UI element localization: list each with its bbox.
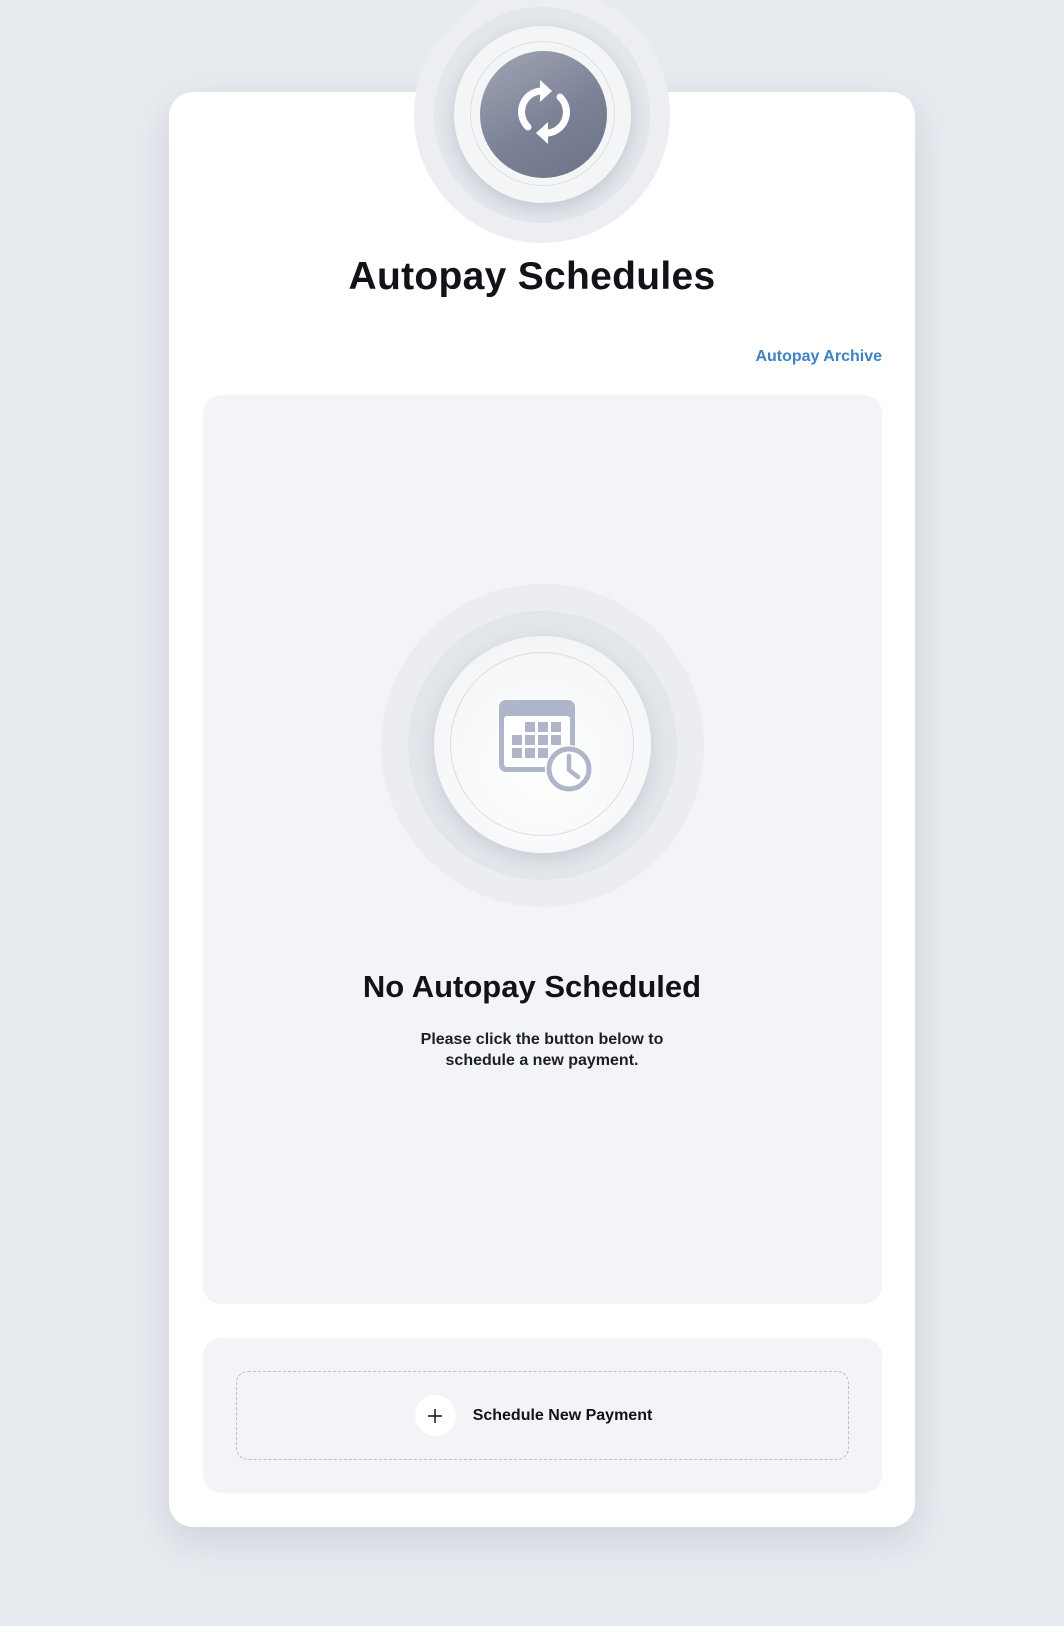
autopay-archive-link[interactable]: Autopay Archive (755, 348, 882, 366)
empty-state-description: Please click the button below to schedul… (420, 1031, 664, 1069)
empty-state-ring (450, 652, 634, 836)
sync-icon (514, 80, 574, 149)
empty-state-title: No Autopay Scheduled (362, 969, 702, 1004)
header-badge-core (480, 51, 607, 178)
page-title: Autopay Schedules (348, 255, 716, 298)
schedule-new-payment-button[interactable]: Schedule New Payment (236, 1371, 849, 1460)
schedule-new-payment-label: Schedule New Payment (472, 1406, 653, 1424)
calendar-clock-icon (499, 699, 595, 797)
plus-icon (414, 1395, 456, 1436)
